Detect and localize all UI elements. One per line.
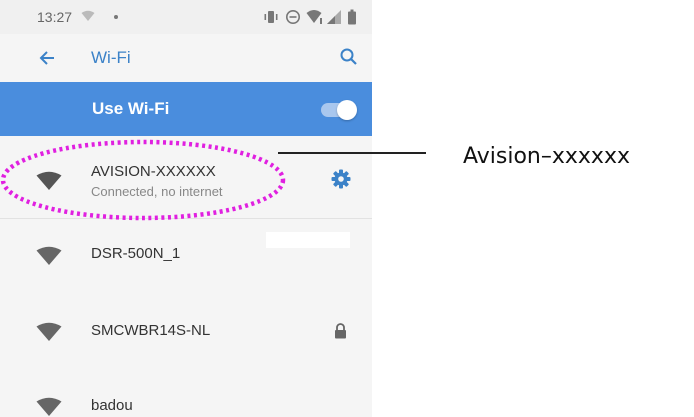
network-name: badou — [91, 397, 133, 414]
status-bar: 13:27 — [0, 0, 372, 34]
search-icon[interactable] — [339, 47, 359, 67]
status-time: 13:27 — [37, 9, 73, 25]
phone-screen: 13:27 Wi-Fi Use Wi-Fi AVISION-XXXXXX Con… — [0, 0, 372, 417]
page-title: Wi-Fi — [91, 48, 131, 67]
cell-signal-icon — [327, 10, 341, 24]
wifi-toggle-thumb[interactable] — [337, 100, 357, 120]
use-wifi-label: Use Wi-Fi — [92, 99, 170, 118]
battery-icon — [348, 9, 356, 25]
network-item-dsr[interactable]: DSR-500N_1 — [0, 219, 372, 289]
vibrate-icon — [264, 11, 278, 23]
wifi-full-icon — [36, 397, 62, 416]
do-not-disturb-icon — [286, 10, 300, 24]
network-item-avision[interactable]: AVISION-XXXXXX Connected, no internet — [0, 136, 372, 218]
network-name: AVISION-XXXXXX — [91, 163, 216, 180]
callout-label: Avision–xxxxxx — [463, 144, 630, 169]
wifi-full-icon — [36, 246, 62, 265]
network-status: Connected, no internet — [91, 184, 223, 199]
network-item-badou[interactable]: badou — [0, 363, 372, 417]
use-wifi-bar[interactable]: Use Wi-Fi — [0, 82, 372, 136]
lock-icon — [335, 323, 346, 339]
callout-line — [278, 152, 426, 154]
wifi-status-icon — [306, 10, 322, 24]
network-name: DSR-500N_1 — [91, 245, 181, 262]
wifi-full-icon — [36, 322, 62, 341]
wifi-full-icon — [36, 171, 62, 190]
gear-icon[interactable] — [331, 169, 351, 189]
network-name: SMCWBR14S-NL — [91, 322, 211, 339]
app-bar: Wi-Fi — [0, 34, 372, 82]
network-item-smc[interactable]: SMCWBR14S-NL — [0, 289, 372, 363]
status-notification-dot-icon — [114, 15, 118, 19]
status-wifi-icon — [81, 10, 95, 21]
back-arrow-icon[interactable] — [38, 49, 56, 67]
